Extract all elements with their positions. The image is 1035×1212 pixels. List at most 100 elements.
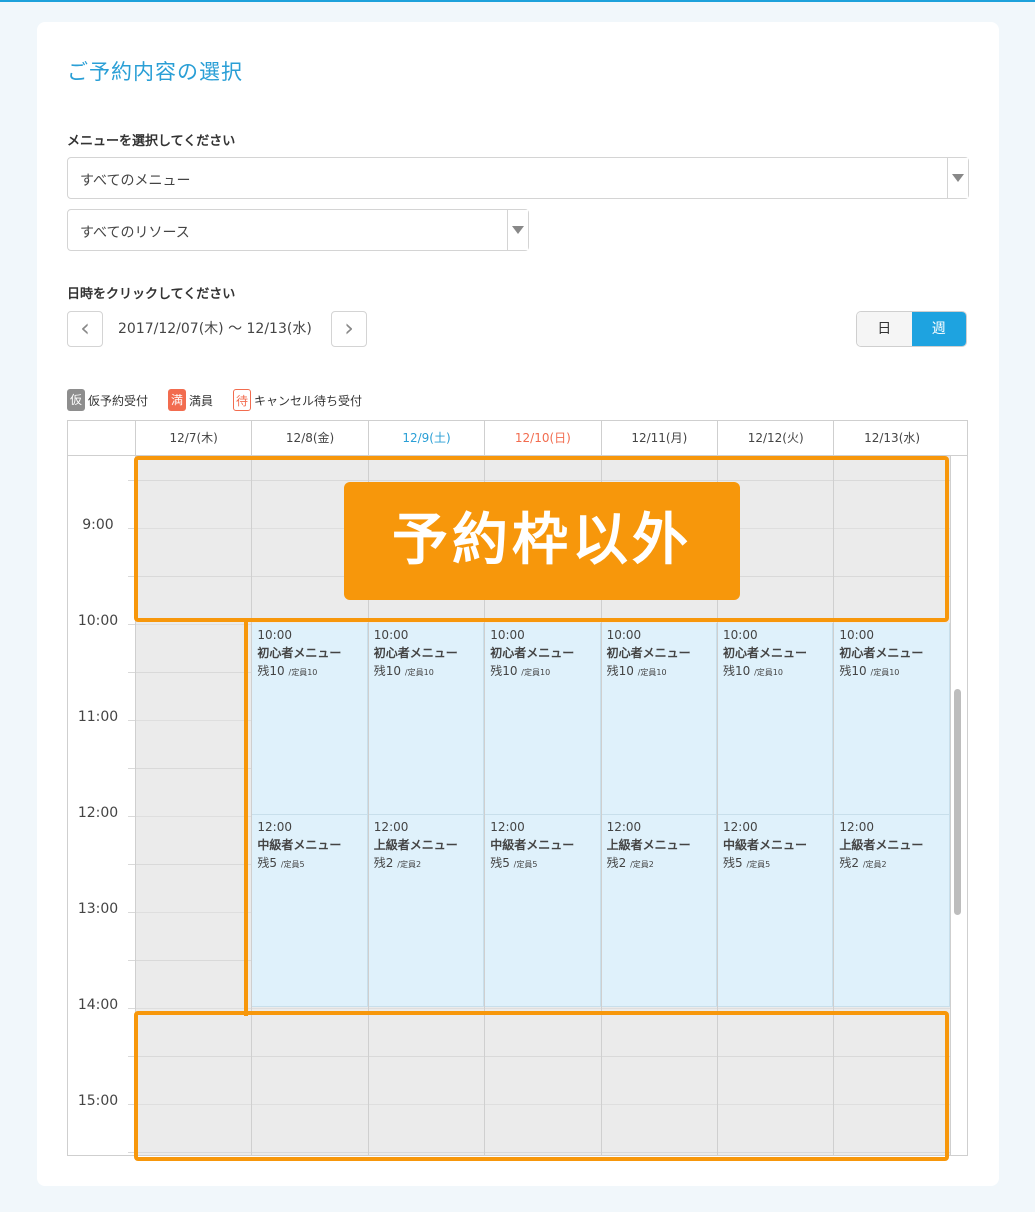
hour-label: 14:00 (77, 997, 119, 1013)
highlight-box-left-step (244, 618, 248, 1016)
slot-capacity: 残10 /定員10 (607, 662, 716, 682)
slot-time: 10:00 (606, 628, 642, 642)
reservation-slot[interactable]: 12:00 中級者メニュー 残5 /定員5 (252, 815, 368, 1007)
waitlist-badge: 待 (233, 389, 252, 411)
day-header: 12/10(日) (484, 421, 600, 455)
slot-remaining: 残5 (490, 856, 510, 870)
slot-menu-name: 中級者メニュー (257, 838, 342, 852)
slot-menu-name: 中級者メニュー (723, 838, 808, 852)
hour-label: 9:00 (82, 517, 114, 533)
slot-menu-name: 初心者メニュー (606, 646, 691, 660)
slot-time: 10:00 (723, 628, 758, 642)
week-view-button[interactable]: 週 (911, 312, 966, 346)
full-badge: 満 (168, 389, 187, 411)
slot-time: 12:00 (839, 820, 874, 834)
next-week-button[interactable]: › (331, 311, 367, 347)
day-header: 12/11(月) (600, 421, 717, 455)
slot-time: 12:00 (257, 820, 292, 834)
reservation-slot[interactable]: 10:00 初心者メニュー残10 /定員10 (601, 623, 717, 815)
slot-time: 12:00 (490, 820, 525, 834)
date-range: 2017/12/07(木) ～ 12/13(水) (118, 321, 312, 337)
hour-label: 12:00 (77, 805, 119, 821)
slot-capacity-total: /定員5 (746, 860, 771, 869)
prev-week-button[interactable]: ‹ (67, 311, 103, 347)
menu-select-value: すべてのメニュー (80, 173, 191, 189)
slot-capacity: 残5 /定員5 (257, 854, 366, 874)
slot-menu-name: 初心者メニュー (373, 646, 458, 660)
slot-menu-name: 上級者メニュー (606, 838, 691, 852)
slot-time: 10:00 (373, 628, 409, 642)
reservation-slot[interactable]: 10:00 初心者メニュー 残10 /定員10 (368, 623, 485, 815)
slot-capacity-total: /定員10 (870, 668, 900, 677)
slot-time: 12:00 (606, 820, 642, 834)
reservation-slot[interactable]: 10:00 初心者メニュー 残10 /定員10 (718, 623, 834, 815)
chevron-right-icon: › (344, 314, 354, 342)
day-view-button[interactable]: 日 (857, 312, 912, 346)
day-header: 12/9(土) (367, 421, 484, 455)
slot-capacity: 残10 /定員10 (839, 662, 948, 682)
grid-tick (128, 864, 135, 865)
slot-capacity-total: /定員2 (862, 860, 887, 869)
chevron-left-icon: ‹ (80, 314, 90, 342)
slot-time: 10:00 (257, 628, 292, 642)
slot-capacity-total: /定員10 (404, 668, 434, 677)
slot-remaining: 残5 (257, 856, 278, 870)
slot-capacity: 残2 /定員2 (374, 854, 483, 874)
slot-remaining: 残2 (606, 856, 627, 870)
reservation-slot[interactable]: 12:00 上級者メニュー 残2 /定員2 (834, 815, 950, 1007)
tentative-badge: 仮 (67, 389, 85, 411)
time-column: 9:00 10:00 11:00 12:00 13:00 14:00 15:00 (68, 456, 135, 1155)
grid-divider (949, 456, 951, 1155)
view-toggle: 日 週 (856, 311, 967, 347)
slot-capacity-total: /定員5 (280, 860, 305, 869)
slot-menu-name: 上級者メニュー (373, 838, 458, 852)
chevron-down-icon[interactable] (507, 210, 528, 250)
resource-select-value: すべてのリソース (80, 225, 190, 241)
top-accent-line (0, 0, 1035, 2)
slot-remaining: 残10 (606, 664, 634, 678)
calendar-scrollbar[interactable] (954, 689, 961, 915)
grid-tick (128, 960, 135, 961)
reservation-slot[interactable]: 10:00 初心者メニュー 残10 /定員10 (485, 623, 601, 815)
reservation-slot[interactable]: 12:00 上級者メニュー残2 /定員2 (368, 815, 485, 1007)
slot-capacity: 残2 /定員2 (607, 854, 716, 874)
grid-tick (128, 672, 135, 673)
slot-menu-name: 初心者メニュー (257, 646, 342, 660)
reservation-slot[interactable]: 12:00 中級者メニュー残5 /定員5 (485, 815, 601, 1007)
reservation-slot[interactable]: 12:00 中級者メニュー 残5 /定員5 (718, 815, 834, 1007)
slot-menu-name: 初心者メニュー (723, 646, 808, 660)
tentative-label: 仮予約受付 (88, 393, 149, 408)
slot-remaining: 残10 (257, 664, 285, 678)
reservation-slot[interactable]: 10:00 初心者メニュー 残10 /定員10 (834, 623, 950, 815)
day-header: 12/7(木) (135, 421, 251, 455)
reservation-slot[interactable]: 12:00 上級者メニュー 残2 /定員2 (601, 815, 717, 1007)
slot-menu-name: 上級者メニュー (839, 838, 924, 852)
slot-remaining: 残10 (373, 664, 402, 678)
hour-label: 11:00 (77, 709, 119, 725)
day-header: 12/8(金) (251, 421, 367, 455)
slot-remaining: 残2 (839, 856, 860, 870)
slot-capacity: 残5 /定員5 (490, 854, 599, 874)
chevron-down-icon[interactable] (947, 158, 968, 198)
slot-time: 10:00 (839, 628, 874, 642)
slot-capacity-total: /定員2 (397, 860, 422, 869)
grid-tick (128, 1008, 135, 1009)
slot-capacity-total: /定員10 (754, 668, 783, 677)
slot-menu-name: 初心者メニュー (490, 646, 575, 660)
resource-select[interactable]: すべてのリソース (67, 209, 529, 251)
slot-time: 12:00 (373, 820, 409, 834)
slot-remaining: 残10 (723, 664, 751, 678)
slot-menu-name: 中級者メニュー (490, 838, 575, 852)
menu-section-label: メニューを選択してください (67, 134, 236, 149)
slot-capacity-total: /定員2 (630, 860, 654, 869)
full-label: 満員 (189, 393, 214, 408)
slot-capacity: 残10 /定員10 (374, 662, 483, 682)
legend: 仮 仮予約受付 満 満員 待 キャンセル待ち受付 (67, 389, 362, 411)
slot-time: 12:00 (723, 820, 758, 834)
reservation-slot[interactable]: 10:00 初心者メニュー 残10 /定員10 (252, 623, 368, 815)
annotation-label: 予約枠以外 (344, 482, 740, 600)
slot-capacity: 残2 /定員2 (839, 854, 948, 874)
slot-capacity: 残10 /定員10 (490, 662, 599, 682)
page-title: ご予約内容の選択 (67, 60, 243, 84)
menu-select[interactable]: すべてのメニュー (67, 157, 969, 199)
